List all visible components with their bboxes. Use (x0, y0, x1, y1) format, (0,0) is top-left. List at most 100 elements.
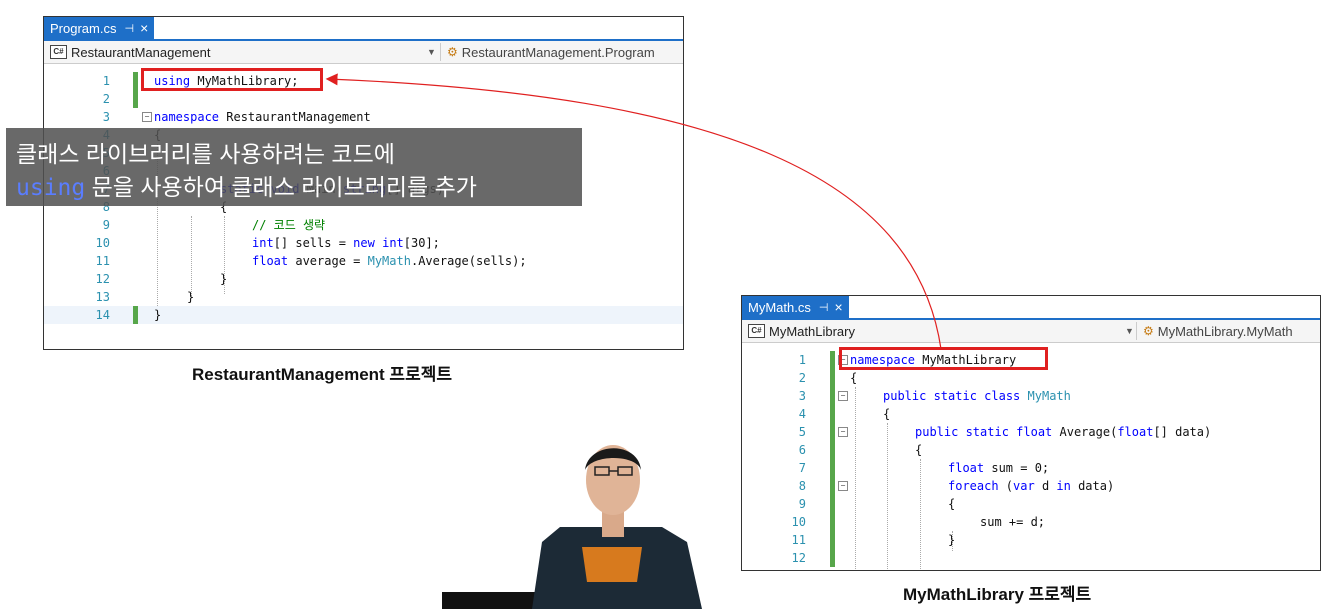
code-text: { (883, 407, 891, 421)
change-indicator (830, 513, 835, 531)
subtitle-overlay: 클래스 라이브러리를 사용하려는 코드에 using 문을 사용하여 클래스 라… (6, 128, 582, 206)
line-number: 8 (798, 479, 806, 493)
code-line: 12 } (44, 270, 683, 288)
line-number: 3 (798, 389, 806, 403)
navigation-bar: C# MyMathLibrary ▼ ⚙ MyMathLibrary.MyMat… (742, 320, 1320, 343)
class-name: RestaurantManagement.Program (461, 44, 655, 60)
collapse-icon[interactable]: − (142, 112, 152, 122)
change-indicator (133, 72, 138, 90)
subtitle-line-2: using 문을 사용하여 클래스 라이브러리를 추가 (16, 168, 477, 202)
change-indicator (830, 405, 835, 423)
change-indicator (830, 459, 835, 477)
line-number: 12 (791, 551, 806, 565)
tab-bar: Program.cs ⊣ × (44, 17, 683, 41)
change-indicator (830, 369, 835, 387)
change-indicator (830, 423, 835, 441)
change-indicator (830, 351, 835, 369)
project-dropdown[interactable]: C# RestaurantManagement (50, 43, 210, 61)
collapse-icon[interactable]: − (838, 427, 848, 437)
line-number: 6 (798, 443, 806, 457)
code-line: 9 { (742, 495, 1320, 513)
using-highlight-box (141, 68, 323, 91)
line-number: 2 (798, 371, 806, 385)
code-area[interactable]: 1 using MyMathLibrary; 2 3 − namespace R… (44, 72, 683, 349)
class-dropdown[interactable]: ⚙ MyMathLibrary.MyMath (1136, 322, 1293, 340)
line-number: 3 (102, 110, 110, 124)
pin-icon[interactable]: ⊣ (819, 301, 829, 314)
code-line: 9 // 코드 생략 (44, 216, 683, 234)
presenter-image (442, 445, 702, 609)
csharp-project-icon: C# (748, 324, 765, 338)
code-text: } (154, 308, 162, 322)
code-line: 5 − public static float Average(float[] … (742, 423, 1320, 441)
tab-mymath-cs[interactable]: MyMath.cs ⊣ × (742, 296, 849, 318)
class-name: MyMathLibrary.MyMath (1157, 323, 1293, 339)
code-line: 6 { (742, 441, 1320, 459)
change-indicator (830, 387, 835, 405)
line-number: 9 (102, 218, 110, 232)
code-text: { (948, 497, 956, 511)
code-text: } (948, 533, 956, 547)
right-caption: MyMathLibrary 프로젝트 (903, 585, 1092, 604)
tab-filename: MyMath.cs (748, 299, 811, 315)
change-indicator (830, 441, 835, 459)
code-line: 8 − foreach (var d in data) (742, 477, 1320, 495)
line-number: 1 (102, 74, 110, 88)
line-number: 10 (791, 515, 806, 529)
code-line: 1 using MyMathLibrary; (44, 72, 683, 90)
change-indicator (830, 531, 835, 549)
change-indicator (133, 90, 138, 108)
code-line: 11 float average = MyMath.Average(sells)… (44, 252, 683, 270)
close-icon[interactable]: × (140, 21, 148, 35)
mymath-cs-editor: MyMath.cs ⊣ × C# MyMathLibrary ▼ ⚙ MyMat… (741, 295, 1321, 571)
code-line: 3 − public static class MyMath (742, 387, 1320, 405)
line-number: 10 (95, 236, 110, 250)
code-text: } (220, 272, 228, 286)
line-number: 7 (798, 461, 806, 475)
close-icon[interactable]: × (834, 300, 842, 314)
change-indicator (133, 306, 138, 324)
line-number: 1 (798, 353, 806, 367)
code-line: 2 (44, 90, 683, 108)
code-line: 10 sum += d; (742, 513, 1320, 531)
code-line: 10 int[] sells = new int[30]; (44, 234, 683, 252)
namespace-highlight-box (839, 347, 1048, 370)
tab-program-cs[interactable]: Program.cs ⊣ × (44, 17, 155, 39)
line-number: 13 (95, 290, 110, 304)
code-text: } (187, 290, 195, 304)
code-line: 4 { (742, 405, 1320, 423)
code-comment: // 코드 생략 (252, 218, 326, 232)
line-number: 2 (102, 92, 110, 106)
line-number: 12 (95, 272, 110, 286)
collapse-icon[interactable]: − (838, 481, 848, 491)
project-dropdown[interactable]: C# MyMathLibrary (748, 322, 855, 340)
code-text: sum += d; (980, 515, 1046, 529)
subtitle-line-1: 클래스 라이브러리를 사용하려는 코드에 (16, 141, 395, 167)
tab-bar: MyMath.cs ⊣ × (742, 296, 1320, 320)
class-dropdown[interactable]: ⚙ RestaurantManagement.Program (440, 43, 655, 61)
code-line: 12 (742, 549, 1320, 567)
line-number: 5 (798, 425, 806, 439)
code-line: 14 } (44, 306, 683, 324)
code-area[interactable]: 1 − namespace MyMathLibrary 2 { 3 − publ… (742, 351, 1320, 570)
change-indicator (830, 549, 835, 567)
code-text: { (850, 371, 858, 385)
collapse-icon[interactable]: − (838, 391, 848, 401)
project-name: MyMathLibrary (769, 323, 855, 339)
line-number: 14 (95, 308, 110, 322)
navigation-bar: C# RestaurantManagement ▼ ⚙ RestaurantMa… (44, 41, 683, 64)
dropdown-arrow-icon[interactable]: ▼ (1125, 326, 1134, 336)
project-name: RestaurantManagement (71, 44, 211, 60)
code-line: 2 { (742, 369, 1320, 387)
left-caption: RestaurantManagement 프로젝트 (192, 365, 452, 384)
pin-icon[interactable]: ⊣ (124, 22, 134, 35)
change-indicator (830, 477, 835, 495)
dropdown-arrow-icon[interactable]: ▼ (427, 47, 436, 57)
class-icon: ⚙ (1143, 324, 1154, 338)
subtitle-rest: 문을 사용하여 클래스 라이브러리를 추가 (85, 174, 477, 200)
line-number: 4 (798, 407, 806, 421)
code-text: { (915, 443, 923, 457)
line-number: 11 (791, 533, 806, 547)
code-line: 3 − namespace RestaurantManagement (44, 108, 683, 126)
class-icon: ⚙ (447, 45, 458, 59)
